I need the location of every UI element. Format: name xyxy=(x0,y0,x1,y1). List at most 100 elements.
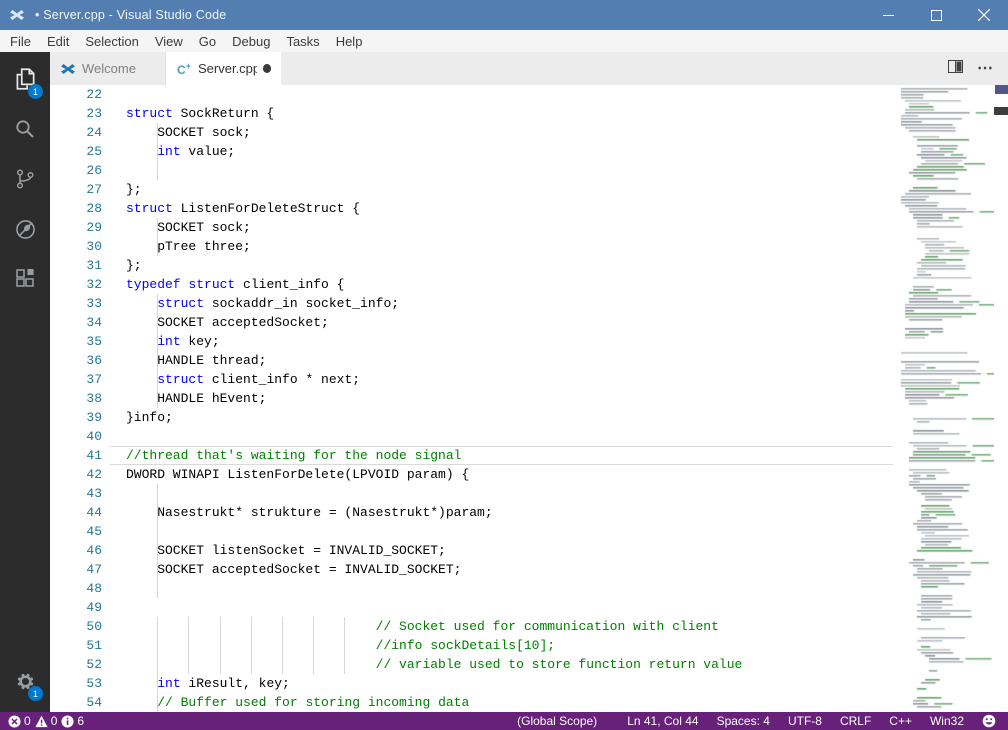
line-number[interactable]: 28 xyxy=(50,199,110,218)
code-line[interactable]: SOCKET listenSocket = INVALID_SOCKET; xyxy=(110,541,893,560)
code-line[interactable]: HANDLE hEvent; xyxy=(110,389,893,408)
code-line[interactable]: // Buffer used for storing incoming data xyxy=(110,693,893,712)
menu-item-view[interactable]: View xyxy=(147,32,191,51)
line-number[interactable]: 49 xyxy=(50,598,110,617)
line-number[interactable]: 25 xyxy=(50,142,110,161)
line-number[interactable]: 30 xyxy=(50,237,110,256)
activity-explorer-icon[interactable]: 1 xyxy=(0,56,50,102)
minimize-icon[interactable] xyxy=(864,0,912,30)
code-line[interactable]: SOCKET sock; xyxy=(110,123,893,142)
line-number[interactable]: 29 xyxy=(50,218,110,237)
warning-count[interactable]: 0 xyxy=(35,714,58,728)
code-line[interactable] xyxy=(110,484,893,503)
status-eol[interactable]: CRLF xyxy=(840,714,871,728)
code-line[interactable]: struct sockaddr_in socket_info; xyxy=(110,294,893,313)
line-number[interactable]: 54 xyxy=(50,693,110,712)
activity-source-control-icon[interactable] xyxy=(0,156,50,202)
code-line[interactable] xyxy=(110,579,893,598)
code-line[interactable]: struct ListenForDeleteStruct { xyxy=(110,199,893,218)
line-number[interactable]: 32 xyxy=(50,275,110,294)
tab-server-cpp[interactable]: C+Server.cpp xyxy=(166,52,282,85)
status-language-mode[interactable]: C++ xyxy=(889,714,912,728)
code-line[interactable] xyxy=(110,85,893,104)
close-icon[interactable] xyxy=(960,0,1008,30)
more-actions-icon[interactable]: ⋯ xyxy=(977,64,994,74)
code-line[interactable]: // Socket used for communication with cl… xyxy=(110,617,893,636)
line-number[interactable]: 24 xyxy=(50,123,110,142)
code-line[interactable]: struct SockReturn { xyxy=(110,104,893,123)
line-number[interactable]: 50 xyxy=(50,617,110,636)
line-number[interactable]: 36 xyxy=(50,351,110,370)
code-line[interactable]: SOCKET acceptedSocket; xyxy=(110,313,893,332)
code-line[interactable]: }info; xyxy=(110,408,893,427)
line-number[interactable]: 37 xyxy=(50,370,110,389)
menu-item-tasks[interactable]: Tasks xyxy=(278,32,327,51)
menu-item-go[interactable]: Go xyxy=(191,32,224,51)
line-number[interactable]: 52 xyxy=(50,655,110,674)
code-line[interactable]: int key; xyxy=(110,332,893,351)
code-line[interactable]: HANDLE thread; xyxy=(110,351,893,370)
menu-item-debug[interactable]: Debug xyxy=(224,32,278,51)
code-line[interactable]: typedef struct client_info { xyxy=(110,275,893,294)
maximize-icon[interactable] xyxy=(912,0,960,30)
line-number[interactable]: 33 xyxy=(50,294,110,313)
code-line[interactable] xyxy=(110,427,893,446)
menu-item-help[interactable]: Help xyxy=(328,32,371,51)
code-line[interactable]: struct client_info * next; xyxy=(110,370,893,389)
info-count[interactable]: 6 xyxy=(61,714,84,728)
menu-item-edit[interactable]: Edit xyxy=(39,32,77,51)
title-bar[interactable]: • Server.cpp - Visual Studio Code xyxy=(0,0,1008,30)
line-number[interactable]: 47 xyxy=(50,560,110,579)
status-symbol-scope[interactable]: (Global Scope) xyxy=(517,714,597,728)
code-line[interactable] xyxy=(110,598,893,617)
status-indentation[interactable]: Spaces: 4 xyxy=(717,714,770,728)
code-line[interactable]: int value; xyxy=(110,142,893,161)
code-line[interactable]: // variable used to store function retur… xyxy=(110,655,893,674)
line-number[interactable]: 42 xyxy=(50,465,110,484)
line-number[interactable]: 39 xyxy=(50,408,110,427)
line-number[interactable]: 22 xyxy=(50,85,110,104)
status-platform[interactable]: Win32 xyxy=(930,714,964,728)
tab-welcome[interactable]: Welcome xyxy=(50,52,166,85)
line-number[interactable]: 27 xyxy=(50,180,110,199)
minimap[interactable] xyxy=(899,85,994,712)
activity-search-icon[interactable] xyxy=(0,106,50,152)
line-number[interactable]: 38 xyxy=(50,389,110,408)
code-line[interactable] xyxy=(110,522,893,541)
code-line[interactable]: //thread that's waiting for the node sig… xyxy=(110,446,893,465)
activity-debug-icon[interactable] xyxy=(0,206,50,252)
line-number[interactable]: 45 xyxy=(50,522,110,541)
split-editor-icon[interactable] xyxy=(948,59,963,79)
modified-dot-icon[interactable] xyxy=(263,64,271,73)
scrollbar-thumb[interactable] xyxy=(994,107,1008,115)
line-number[interactable]: 43 xyxy=(50,484,110,503)
line-number[interactable]: 48 xyxy=(50,579,110,598)
code-line[interactable]: }; xyxy=(110,180,893,199)
code-line[interactable]: }; xyxy=(110,256,893,275)
feedback-smiley-icon[interactable] xyxy=(982,714,996,728)
line-number[interactable]: 40 xyxy=(50,427,110,446)
line-number[interactable]: 53 xyxy=(50,674,110,693)
line-number[interactable]: 26 xyxy=(50,161,110,180)
line-number[interactable]: 35 xyxy=(50,332,110,351)
line-number[interactable]: 41 xyxy=(50,446,110,465)
code-line[interactable]: DWORD WINAPI ListenForDelete(LPVOID para… xyxy=(110,465,893,484)
code-line[interactable]: SOCKET sock; xyxy=(110,218,893,237)
status-cursor-position[interactable]: Ln 41, Col 44 xyxy=(627,714,698,728)
line-number[interactable]: 23 xyxy=(50,104,110,123)
code-line[interactable]: Nasestrukt* strukture = (Nasestrukt*)par… xyxy=(110,503,893,522)
activity-extensions-icon[interactable] xyxy=(0,256,50,302)
line-number[interactable]: 46 xyxy=(50,541,110,560)
line-number[interactable]: 31 xyxy=(50,256,110,275)
code-line[interactable]: SOCKET acceptedSocket = INVALID_SOCKET; xyxy=(110,560,893,579)
error-count[interactable]: 0 xyxy=(8,714,31,728)
status-encoding[interactable]: UTF-8 xyxy=(788,714,822,728)
menu-item-selection[interactable]: Selection xyxy=(77,32,146,51)
line-number[interactable]: 51 xyxy=(50,636,110,655)
menu-item-file[interactable]: File xyxy=(2,32,39,51)
problems-status[interactable]: 006 xyxy=(0,714,84,728)
code-line[interactable]: pTree three; xyxy=(110,237,893,256)
code-line[interactable]: int iResult, key; xyxy=(110,674,893,693)
settings-gear-icon[interactable]: 1 xyxy=(0,658,50,704)
line-number[interactable]: 34 xyxy=(50,313,110,332)
